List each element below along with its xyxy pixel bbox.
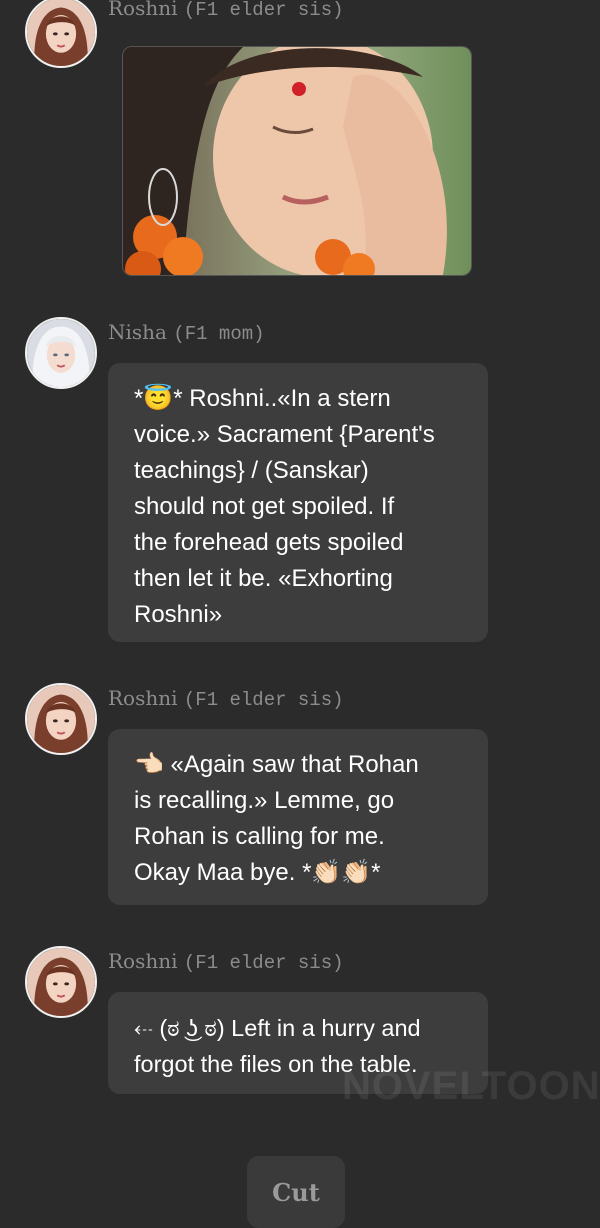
message-line: *😇* Roshni..«In a stern [134, 385, 391, 412]
cut-button-label: Cut [272, 1177, 320, 1207]
message-line: teachings} / (Sanskar) [134, 457, 369, 484]
sender-name: Nisha (F1 mom) [108, 320, 265, 345]
avatar-nisha[interactable] [25, 317, 97, 389]
message-line: voice.» Sacrament {Parent's [134, 421, 435, 448]
avatar-roshni[interactable] [25, 683, 97, 755]
message-line: the forehead gets spoiled [134, 529, 404, 556]
message-line: ⇠ (ಠ ͜ʖ ಠ) Left in a hurry and [134, 1015, 421, 1041]
sender-name: Roshni (F1 elder sis) [108, 686, 344, 711]
message-image[interactable] [122, 46, 472, 276]
sender-name-text: Roshni [108, 686, 178, 710]
message-bubble: *😇* Roshni..«In a stern voice.» Sacramen… [108, 363, 488, 642]
avatar-roshni[interactable] [25, 0, 97, 68]
cut-button[interactable]: Cut [247, 1156, 345, 1228]
sender-name-text: Nisha [108, 320, 167, 344]
sender-name-text: Roshni [108, 949, 178, 973]
message-line: is recalling.» Lemme, go [134, 787, 395, 814]
message-line: Roshni» [134, 601, 223, 628]
sender-name-text: Roshni [108, 0, 178, 20]
sender-role: (F1 elder sis) [183, 952, 344, 974]
sender-role: (F1 elder sis) [183, 0, 344, 21]
sender-name: Roshni (F1 elder sis) [108, 0, 344, 21]
message-line: should not get spoiled. If [134, 493, 395, 520]
sender-role: (F1 mom) [173, 323, 265, 345]
sender-role: (F1 elder sis) [183, 689, 344, 711]
avatar-roshni[interactable] [25, 946, 97, 1018]
message-line: 👈🏻 «Again saw that Rohan [134, 751, 419, 778]
sender-name: Roshni (F1 elder sis) [108, 949, 344, 974]
message-line: Rohan is calling for me. [134, 823, 385, 850]
message-line: Okay Maa bye. *👏🏻👏🏻* [134, 859, 381, 886]
message-line: then let it be. «Exhorting [134, 565, 393, 592]
watermark-logo: NOVELTOON [342, 1064, 600, 1108]
message-bubble: 👈🏻 «Again saw that Rohan is recalling.» … [108, 729, 488, 905]
